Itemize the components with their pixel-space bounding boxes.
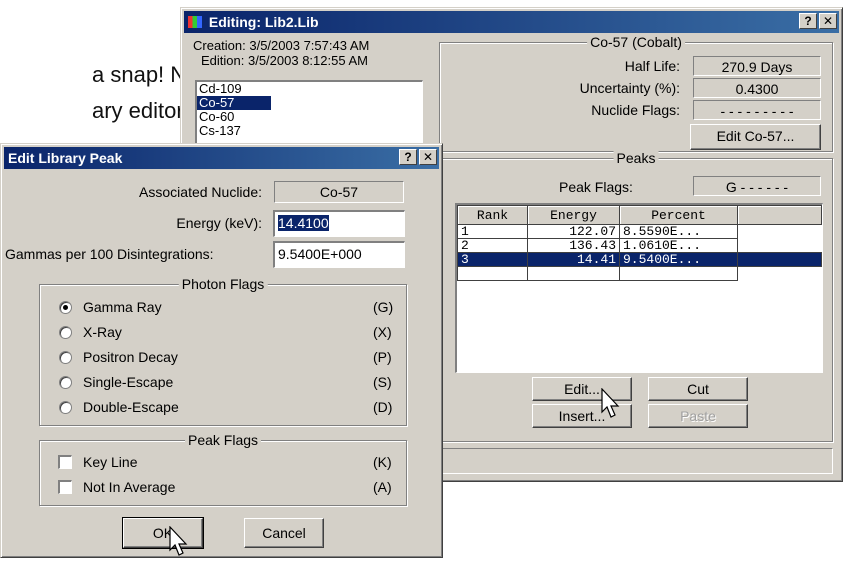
associated-nuclide-value: Co-57 xyxy=(274,181,404,203)
option-key-x-ray: (X) xyxy=(373,324,392,340)
photon-flags-title: Photon Flags xyxy=(178,276,268,292)
cell-energy: 122.07 xyxy=(527,224,620,239)
uncertainty-label: Uncertainty (%): xyxy=(579,80,680,96)
cell-energy: 14.41 xyxy=(527,252,620,267)
cell-rank: 2 xyxy=(457,238,528,253)
associated-nuclide-label: Associated Nuclide: xyxy=(139,184,262,200)
gammas-input[interactable]: 9.5400E+000 xyxy=(273,241,405,268)
cell-energy xyxy=(527,266,620,281)
peak-flags-title: Peak Flags xyxy=(184,432,262,448)
background-text-line2: ary editor xyxy=(92,98,184,123)
close-button[interactable]: ✕ xyxy=(819,13,837,29)
option-label-x-ray: X-Ray xyxy=(83,324,122,340)
half-life-value: 270.9 Days xyxy=(693,56,821,76)
nuclide-group-title: Co-57 (Cobalt) xyxy=(587,34,685,50)
option-key-positron-decay: (P) xyxy=(373,349,392,365)
table-row[interactable]: 2 136.43 1.0610E... xyxy=(457,238,822,253)
cancel-button[interactable]: Cancel xyxy=(244,518,324,548)
column-header-percent[interactable]: Percent xyxy=(619,205,738,225)
peaks-table[interactable]: Rank Energy Percent 1 122.07 8.5590E... … xyxy=(455,203,823,373)
option-label-gamma-ray: Gamma Ray xyxy=(83,299,162,315)
status-bar xyxy=(439,448,833,474)
help-button[interactable]: ? xyxy=(399,149,417,165)
nuclide-flags-value: - - - - - - - - - xyxy=(693,100,821,120)
radio-double-escape[interactable] xyxy=(59,401,72,414)
option-key-single-escape: (S) xyxy=(373,374,392,390)
edit-library-peak-dialog: Edit Library Peak ? ✕ Associated Nuclide… xyxy=(0,143,443,558)
list-item[interactable]: Cs-137 xyxy=(197,124,422,138)
cell-percent: 8.5590E... xyxy=(619,224,738,239)
peaks-group-title: Peaks xyxy=(613,150,659,166)
option-key-not-in-average: (A) xyxy=(373,479,392,495)
creation-date: Creation: 3/5/2003 7:57:43 AM xyxy=(193,38,370,53)
cut-button[interactable]: Cut xyxy=(648,377,748,401)
paste-button[interactable]: Paste xyxy=(648,404,748,428)
cell-percent: 1.0610E... xyxy=(619,238,738,253)
option-label-not-in-average: Not In Average xyxy=(83,479,176,495)
cell-percent: 9.5400E... xyxy=(619,252,738,267)
table-row[interactable]: 3 14.41 9.5400E... xyxy=(457,252,822,267)
table-row[interactable] xyxy=(457,266,822,281)
cell-rank: 3 xyxy=(457,252,528,267)
table-row[interactable]: 1 122.07 8.5590E... xyxy=(457,224,822,239)
list-item[interactable]: Cd-109 xyxy=(197,82,422,96)
column-header-rank[interactable]: Rank xyxy=(457,205,528,225)
column-header-energy[interactable]: Energy xyxy=(527,205,620,225)
option-key-key-line: (K) xyxy=(373,454,392,470)
list-item[interactable]: Co-57 xyxy=(197,96,271,110)
energy-label: Energy (keV): xyxy=(176,215,262,231)
option-key-gamma-ray: (G) xyxy=(373,299,394,315)
option-label-double-escape: Double-Escape xyxy=(83,399,179,415)
energy-input-value: 14.4100 xyxy=(278,215,329,231)
radio-single-escape[interactable] xyxy=(59,376,72,389)
option-label-single-escape: Single-Escape xyxy=(83,374,174,390)
option-label-positron-decay: Positron Decay xyxy=(83,349,178,365)
empty-cell xyxy=(738,225,822,239)
ok-button[interactable]: OK xyxy=(122,517,204,549)
empty-cell xyxy=(738,267,822,281)
radio-gamma-ray[interactable] xyxy=(59,301,72,314)
close-button[interactable]: ✕ xyxy=(419,149,437,165)
edit-nuclide-button[interactable]: Edit Co-57... xyxy=(690,124,821,150)
peak-flags-value: G - - - - - - xyxy=(693,176,821,196)
radio-positron-decay[interactable] xyxy=(59,351,72,364)
cell-rank: 1 xyxy=(457,224,528,239)
option-key-double-escape: (D) xyxy=(373,399,393,415)
checkbox-not-in-average[interactable] xyxy=(58,480,72,494)
option-label-key-line: Key Line xyxy=(83,454,138,470)
cell-percent xyxy=(619,266,738,281)
radio-x-ray[interactable] xyxy=(59,326,72,339)
help-button[interactable]: ? xyxy=(799,13,817,29)
peak-dialog-title: Edit Library Peak xyxy=(8,150,123,166)
library-window-titlebar[interactable]: Editing: Lib2.Lib ? ✕ xyxy=(184,11,839,33)
peak-dialog-titlebar[interactable]: Edit Library Peak ? ✕ xyxy=(4,147,439,169)
nuclide-flags-label: Nuclide Flags: xyxy=(591,102,680,118)
cell-rank xyxy=(457,266,528,281)
library-window-title: Editing: Lib2.Lib xyxy=(208,14,319,30)
peak-flags-label: Peak Flags: xyxy=(559,179,633,195)
edition-date: Edition: 3/5/2003 8:12:55 AM xyxy=(201,53,368,68)
mouse-cursor-icon xyxy=(601,388,620,418)
empty-cell xyxy=(737,252,822,267)
gammas-label: Gammas per 100 Disintegrations: xyxy=(5,246,214,262)
app-icon xyxy=(188,16,202,28)
empty-cell xyxy=(738,239,822,253)
peak-flags-group: Peak Flags xyxy=(39,432,407,506)
energy-input[interactable]: 14.4100 xyxy=(273,210,405,237)
checkbox-key-line[interactable] xyxy=(58,455,72,469)
list-item[interactable]: Co-60 xyxy=(197,110,422,124)
nuclide-list[interactable]: Cd-109 Co-57 Co-60 Cs-137 xyxy=(195,80,423,150)
half-life-label: Half Life: xyxy=(624,58,680,74)
cell-energy: 136.43 xyxy=(527,238,620,253)
mouse-cursor-icon xyxy=(169,526,188,556)
uncertainty-value: 0.4300 xyxy=(693,78,821,98)
column-header-empty xyxy=(737,205,822,225)
